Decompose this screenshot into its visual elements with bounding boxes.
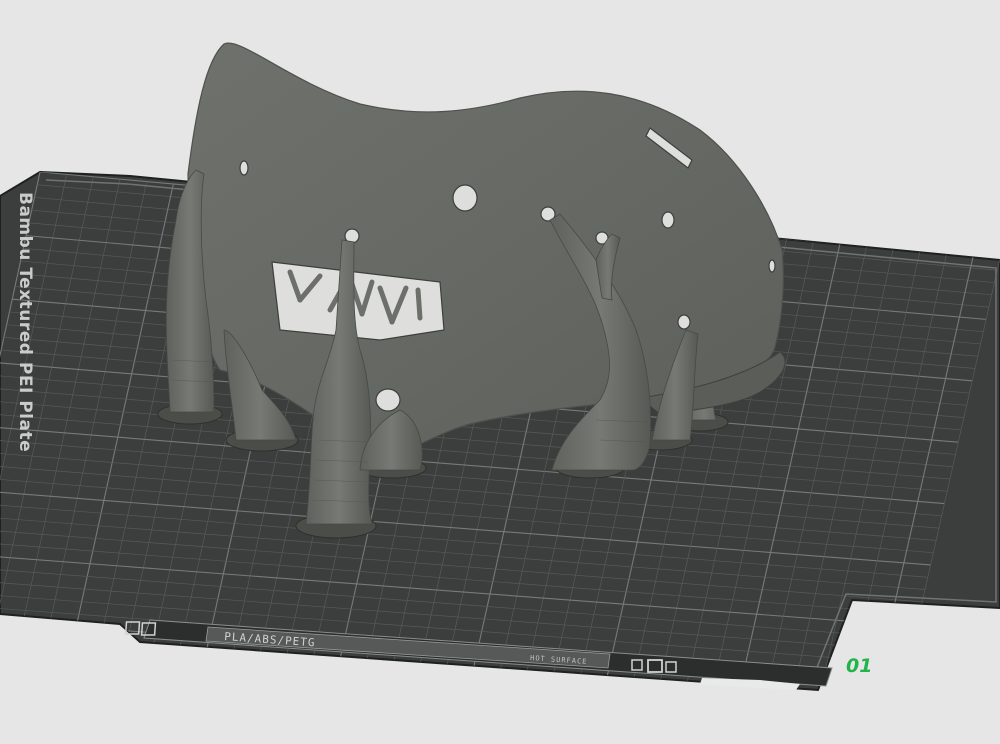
plate-brand-text: Bambu Textured PEI Plate [15, 192, 35, 452]
3d-viewport[interactable]: Bambu Textured PEI Plate PLA/ABS/PETG HO… [0, 0, 1000, 744]
plate-number[interactable]: 01 [846, 655, 872, 677]
